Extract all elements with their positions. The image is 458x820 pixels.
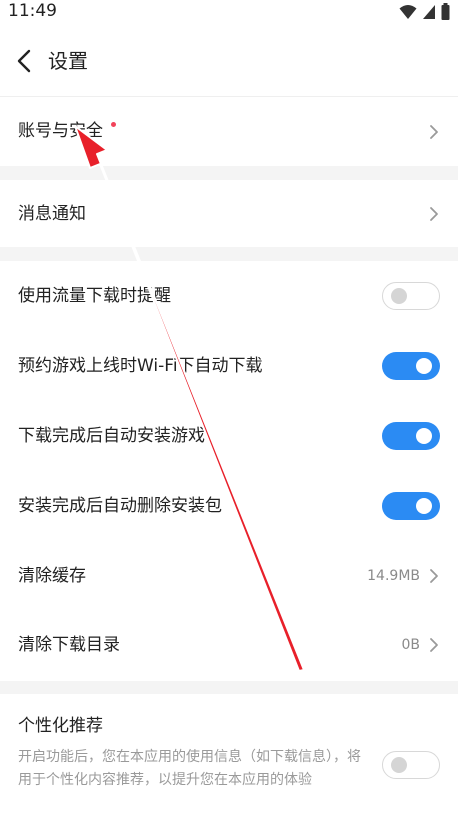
mobile-download-alert-toggle[interactable] xyxy=(382,282,440,310)
notifications-row[interactable]: 消息通知 xyxy=(0,180,458,247)
status-time: 11:49 xyxy=(8,1,57,21)
signal-icon xyxy=(423,4,435,19)
toggle-knob xyxy=(416,358,432,374)
chevron-right-icon xyxy=(430,207,438,221)
clear-download-dir-label: 清除下载目录 xyxy=(18,635,120,655)
auto-install-label: 下载完成后自动安装游戏 xyxy=(18,426,205,446)
auto-delete-package-row: 安装完成后自动删除安装包 xyxy=(0,471,458,541)
toggle-knob xyxy=(416,498,432,514)
download-dir-size-value: 0B xyxy=(401,637,420,653)
personalized-description: 开启功能后，您在本应用的使用信息（如下载信息），将用于个性化内容推荐，以提升您在… xyxy=(18,749,361,788)
app-bar: 设置 xyxy=(0,36,458,88)
status-icons xyxy=(399,3,450,20)
auto-install-row: 下载完成后自动安装游戏 xyxy=(0,401,458,471)
mobile-download-alert-row: 使用流量下载时提醒 xyxy=(0,261,458,331)
auto-delete-package-label: 安装完成后自动删除安装包 xyxy=(18,496,222,516)
section-gap xyxy=(0,247,458,261)
account-security-label: 账号与安全 xyxy=(18,121,103,141)
battery-icon xyxy=(441,3,450,20)
reserved-game-wifi-download-toggle[interactable] xyxy=(382,352,440,380)
account-security-row[interactable]: 账号与安全 xyxy=(0,97,458,166)
auto-delete-package-toggle[interactable] xyxy=(382,492,440,520)
chevron-right-icon xyxy=(430,638,438,652)
wifi-icon xyxy=(399,4,417,19)
toggle-knob xyxy=(391,757,407,773)
notifications-label: 消息通知 xyxy=(18,204,86,224)
clear-cache-label: 清除缓存 xyxy=(18,566,86,586)
chevron-right-icon xyxy=(430,569,438,583)
mobile-download-alert-label: 使用流量下载时提醒 xyxy=(18,286,171,306)
toggle-knob xyxy=(416,428,432,444)
chevron-right-icon xyxy=(430,125,438,139)
clear-download-dir-row[interactable]: 清除下载目录 0B xyxy=(0,611,458,681)
section-gap xyxy=(0,681,458,694)
status-bar: 11:49 xyxy=(0,0,458,22)
personalized-label: 个性化推荐 xyxy=(18,716,103,736)
toggle-knob xyxy=(391,288,407,304)
reserved-game-wifi-download-label: 预约游戏上线时Wi-Fi下自动下载 xyxy=(18,356,263,376)
clear-cache-row[interactable]: 清除缓存 14.9MB xyxy=(0,541,458,611)
back-arrow-icon[interactable] xyxy=(12,48,38,74)
notification-dot xyxy=(111,122,116,127)
personalized-toggle[interactable] xyxy=(382,751,440,779)
page-title: 设置 xyxy=(48,49,88,73)
section-gap xyxy=(0,166,458,180)
reserved-game-wifi-download-row: 预约游戏上线时Wi-Fi下自动下载 xyxy=(0,331,458,401)
cache-size-value: 14.9MB xyxy=(367,568,420,584)
auto-install-toggle[interactable] xyxy=(382,422,440,450)
